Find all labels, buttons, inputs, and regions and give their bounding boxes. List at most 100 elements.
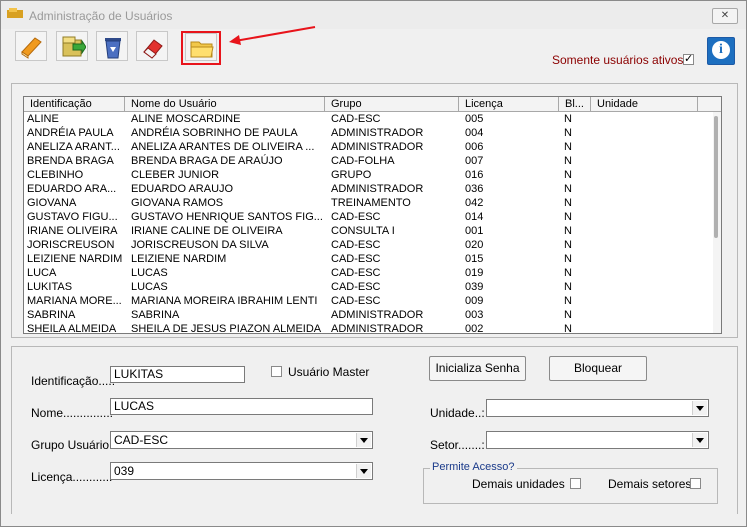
table-cell: N <box>564 267 572 279</box>
other-units-checkbox[interactable] <box>570 478 581 489</box>
other-sectors-label: Demais setores <box>608 477 692 491</box>
table-row[interactable]: SABRINA SABRINA ADMINISTRADOR 003 N <box>24 308 714 322</box>
column-header-bloqueado[interactable]: Bl... <box>559 97 591 111</box>
table-cell: ADMINISTRADOR <box>331 127 424 139</box>
identificacao-field[interactable]: LUKITAS <box>110 366 245 383</box>
table-cell: 003 <box>465 309 484 321</box>
table-cell: N <box>564 113 572 125</box>
chevron-down-icon[interactable] <box>356 464 371 478</box>
active-users-label: Somente usuários ativos? <box>552 53 691 67</box>
table-row[interactable]: BRENDA BRAGA BRENDA BRAGA DE ARAÚJO CAD-FO… <box>24 154 714 168</box>
table-cell: N <box>564 197 572 209</box>
users-grid[interactable]: Identificação Nome do Usuário Grupo Lice… <box>23 96 722 334</box>
column-header-unidade[interactable]: Unidade <box>591 97 698 111</box>
table-cell <box>597 294 697 308</box>
table-cell: N <box>564 211 572 223</box>
toolbar-button-save[interactable] <box>56 31 88 61</box>
unidade-select[interactable] <box>486 399 709 417</box>
table-cell: 002 <box>465 323 484 334</box>
table-cell: JORISCREUSON DA SILVA <box>131 239 269 251</box>
eraser-icon <box>143 39 163 59</box>
table-cell <box>597 112 697 126</box>
table-cell: CAD-ESC <box>331 239 381 251</box>
table-row[interactable]: IRIANE OLIVEIRA IRIANE CALINE DE OLIVEIRA… <box>24 224 714 238</box>
toolbar-button-recycle[interactable] <box>96 31 128 61</box>
table-cell: 007 <box>465 155 484 167</box>
column-header-grupo[interactable]: Grupo <box>325 97 459 111</box>
table-row[interactable]: MARIANA MORE... MARIANA MOREIRA IBRAHIM L… <box>24 294 714 308</box>
table-cell: GIOVANA <box>27 197 77 209</box>
table-cell: N <box>564 155 572 167</box>
table-row[interactable]: LEIZIENE NARDIM LEIZIENE NARDIM CAD-ESC 015… <box>24 252 714 266</box>
chevron-down-icon[interactable] <box>692 401 707 415</box>
table-cell: CAD-ESC <box>331 253 381 265</box>
grid-scrollbar[interactable] <box>713 112 721 333</box>
table-cell: ALINE MOSCARDINE <box>131 113 241 125</box>
table-row[interactable]: ANDRÉIA PAULA ANDRÉIA SOBRINHO DE PAULA AD… <box>24 126 714 140</box>
setor-select[interactable] <box>486 431 709 449</box>
red-arrow-icon <box>229 26 316 45</box>
table-cell: CLEBER JUNIOR <box>131 169 220 181</box>
table-cell <box>597 238 697 252</box>
table-cell: BRENDA BRAGA DE ARAÚJO <box>131 155 283 167</box>
table-cell: BRENDA BRAGA <box>27 155 114 167</box>
chevron-down-icon[interactable] <box>692 433 707 447</box>
table-row[interactable]: LUCA LUCAS CAD-ESC 019 N <box>24 266 714 280</box>
close-button[interactable]: ✕ <box>712 8 738 24</box>
table-cell: N <box>564 183 572 195</box>
table-cell: TREINAMENTO <box>331 197 411 209</box>
table-cell: CAD-ESC <box>331 267 381 279</box>
reset-password-button[interactable]: Inicializa Senha <box>429 356 526 381</box>
table-cell: LEIZIENE NARDIM <box>131 253 227 265</box>
table-row[interactable]: GIOVANA GIOVANA RAMOS TREINAMENTO 042 N <box>24 196 714 210</box>
table-cell: 019 <box>465 267 484 279</box>
table-row[interactable]: EDUARDO ARA... EDUARDO ARAUJO ADMINISTRADO… <box>24 182 714 196</box>
column-header-identificacao[interactable]: Identificação <box>24 97 125 111</box>
table-cell: CONSULTA I <box>331 225 395 237</box>
table-cell: 004 <box>465 127 484 139</box>
title-bar: Administração de Usuários ✕ <box>1 1 746 29</box>
column-header-nome[interactable]: Nome do Usuário <box>125 97 325 111</box>
other-sectors-checkbox[interactable] <box>690 478 701 489</box>
column-header-licenca[interactable]: Licença <box>459 97 559 111</box>
info-button[interactable]: i <box>707 37 735 65</box>
table-cell <box>597 154 697 168</box>
nome-field[interactable]: LUCAS <box>110 398 373 415</box>
table-row[interactable]: ALINE ALINE MOSCARDINE CAD-ESC 005 N <box>24 112 714 126</box>
table-cell: N <box>564 239 572 251</box>
licenca-select[interactable]: 039 <box>110 462 373 480</box>
table-cell: IRIANE CALINE DE OLIVEIRA <box>131 225 283 237</box>
table-cell: SHEILA ALMEIDA <box>27 323 117 334</box>
table-cell <box>597 266 697 280</box>
table-cell: 005 <box>465 113 484 125</box>
table-cell: JORISCREUSON <box>27 239 115 251</box>
table-cell: SABRINA <box>27 309 76 321</box>
table-cell: 001 <box>465 225 484 237</box>
block-button[interactable]: Bloquear <box>549 356 647 381</box>
user-admin-window: Administração de Usuários ✕ Somente usuá… <box>0 0 747 527</box>
table-row[interactable]: LUKITAS LUCAS CAD-ESC 039 N <box>24 280 714 294</box>
nome-label: Nome..............: <box>31 406 114 420</box>
active-users-checkbox[interactable] <box>683 52 694 65</box>
grupo-select[interactable]: CAD-ESC <box>110 431 373 449</box>
window-title: Administração de Usuários <box>29 9 173 23</box>
table-cell: CLEBINHO <box>27 169 84 181</box>
toolbar-button-eraser[interactable] <box>136 31 168 61</box>
table-cell: MARIANA MOREIRA IBRAHIM LENTI <box>131 295 318 307</box>
table-cell: N <box>564 309 572 321</box>
table-cell <box>597 322 697 333</box>
toolbar-button-book[interactable] <box>15 31 47 61</box>
master-checkbox[interactable] <box>271 366 282 377</box>
table-row[interactable]: GUSTAVO FIGU... GUSTAVO HENRIQUE SANTOS F… <box>24 210 714 224</box>
scrollbar-thumb[interactable] <box>714 116 718 238</box>
table-cell <box>597 196 697 210</box>
identificacao-label: Identificação....: <box>31 374 116 388</box>
table-cell: 014 <box>465 211 484 223</box>
table-cell <box>597 308 697 322</box>
table-row[interactable]: JORISCREUSON JORISCREUSON DA SILVA CAD-ESC… <box>24 238 714 252</box>
table-row[interactable]: CLEBINHO CLEBER JUNIOR GRUPO 016 N <box>24 168 714 182</box>
chevron-down-icon[interactable] <box>356 433 371 447</box>
app-icon <box>7 8 23 18</box>
table-row[interactable]: SHEILA ALMEIDA SHEILA DE JESUS PIAZON ALM… <box>24 322 714 334</box>
table-row[interactable]: ANELIZA ARANT... ANELIZA ARANTES DE OLIVE… <box>24 140 714 154</box>
